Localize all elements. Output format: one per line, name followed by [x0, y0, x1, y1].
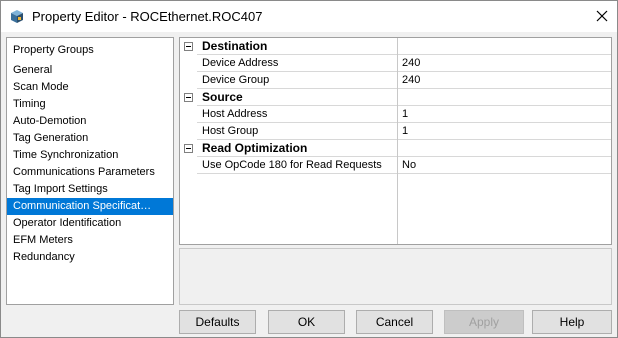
group-item[interactable]: Timing	[7, 96, 173, 113]
group-item[interactable]: Redundancy	[7, 249, 173, 266]
close-button[interactable]	[587, 1, 617, 31]
property-value[interactable]: No	[402, 157, 602, 174]
category-row[interactable]: Source	[180, 89, 611, 106]
defaults-button[interactable]: Defaults	[179, 310, 256, 334]
property-value[interactable]: 1	[402, 106, 602, 123]
category-label: Destination	[202, 39, 268, 53]
grid-line	[197, 139, 611, 140]
group-item[interactable]: Communication Specificat…	[7, 198, 173, 215]
help-button[interactable]: Help	[532, 310, 612, 334]
property-name: Device Address	[202, 57, 279, 69]
group-item[interactable]: General	[7, 62, 173, 79]
property-row[interactable]: Device Group 240	[180, 72, 611, 89]
property-name: Device Group	[202, 74, 270, 86]
grid-line	[197, 88, 611, 89]
collapse-icon[interactable]	[184, 93, 193, 102]
cancel-button[interactable]: Cancel	[356, 310, 433, 334]
group-item[interactable]: Time Synchronization	[7, 147, 173, 164]
property-value[interactable]: 1	[402, 123, 602, 140]
group-item[interactable]: EFM Meters	[7, 232, 173, 249]
category-row[interactable]: Read Optimization	[180, 140, 611, 157]
grid-line	[197, 122, 611, 123]
property-name: Host Address	[202, 108, 268, 120]
group-item[interactable]: Operator Identification	[7, 215, 173, 232]
property-groups-header: Property Groups	[13, 44, 94, 56]
category-row[interactable]: Destination	[180, 38, 611, 55]
property-groups-list: General Scan Mode Timing Auto-Demotion Tag G…	[7, 62, 173, 266]
property-row[interactable]: Device Address 240	[180, 55, 611, 72]
grid-line	[197, 105, 611, 106]
property-editor-icon	[9, 8, 25, 24]
column-divider	[397, 38, 398, 244]
property-groups-panel: Property Groups General Scan Mode Timing Au…	[6, 37, 174, 305]
collapse-icon[interactable]	[184, 42, 193, 51]
property-name: Host Group	[202, 125, 259, 137]
close-icon	[596, 10, 608, 22]
ok-button[interactable]: OK	[268, 310, 345, 334]
grid-line	[197, 156, 611, 157]
property-name: Use OpCode 180 for Read Requests	[202, 159, 382, 171]
grid-line	[197, 71, 611, 72]
group-item[interactable]: Communications Parameters	[7, 164, 173, 181]
group-item[interactable]: Auto-Demotion	[7, 113, 173, 130]
group-item[interactable]: Scan Mode	[7, 79, 173, 96]
property-row[interactable]: Host Address 1	[180, 106, 611, 123]
grid-line	[197, 173, 611, 174]
window-title: Property Editor - ROCEthernet.ROC407	[32, 9, 263, 24]
group-item[interactable]: Tag Generation	[7, 130, 173, 147]
collapse-icon[interactable]	[184, 144, 193, 153]
category-label: Source	[202, 90, 243, 104]
property-value[interactable]: 240	[402, 55, 602, 72]
property-grid: Destination Device Address 240 Device Group…	[179, 37, 612, 245]
category-label: Read Optimization	[202, 141, 308, 155]
grid-line	[197, 54, 611, 55]
group-item[interactable]: Tag Import Settings	[7, 181, 173, 198]
property-row[interactable]: Host Group 1	[180, 123, 611, 140]
property-description-panel	[179, 248, 612, 305]
property-editor-window: Property Editor - ROCEthernet.ROC407 Pro…	[0, 0, 618, 338]
property-value[interactable]: 240	[402, 72, 602, 89]
title-bar: Property Editor - ROCEthernet.ROC407	[1, 1, 617, 32]
property-row[interactable]: Use OpCode 180 for Read Requests No	[180, 157, 611, 174]
apply-button[interactable]: Apply	[444, 310, 524, 334]
